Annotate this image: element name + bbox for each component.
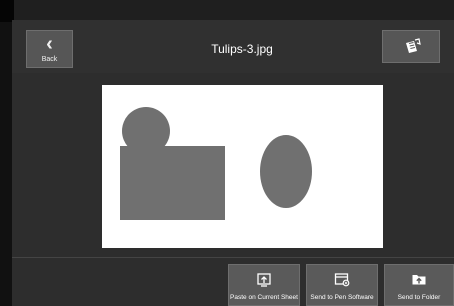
paste-on-current-sheet-button[interactable]: Paste on Current Sheet (228, 264, 300, 306)
send-to-pen-software-button[interactable]: Send to Pen Software (306, 264, 378, 306)
toolbar-divider (12, 257, 454, 258)
image-viewer-app: ‹ Back Tulips-3.jpg Paste on Current She… (12, 20, 454, 306)
share-document-button[interactable] (382, 30, 440, 63)
send-to-folder-label: Send to Folder (397, 294, 441, 301)
page-title: Tulips-3.jpg (211, 42, 273, 56)
device-bezel-top (12, 0, 454, 20)
back-button-label: Back (41, 56, 58, 63)
send-folder-icon (412, 275, 426, 285)
device-bezel-corner (0, 0, 14, 22)
device-bezel-left (0, 0, 12, 306)
image-preview-area (12, 73, 454, 256)
send-to-folder-button[interactable]: Send to Folder (384, 264, 454, 306)
paste-on-current-sheet-label: Paste on Current Sheet (230, 294, 298, 301)
back-button[interactable]: ‹ Back (26, 30, 73, 68)
send-pen-software-icon (334, 273, 350, 287)
screen: ‹ Back Tulips-3.jpg Paste on Current She… (0, 0, 454, 306)
header-bar: ‹ Back Tulips-3.jpg (12, 20, 454, 73)
send-to-pen-software-label: Send to Pen Software (310, 294, 374, 301)
image-preview (102, 85, 383, 248)
ellipse-shape (260, 135, 312, 208)
document-share-icon (406, 38, 421, 53)
rectangle-shape (120, 146, 225, 220)
chevron-left-icon: ‹ (46, 33, 53, 55)
paste-sheet-icon (257, 273, 271, 287)
